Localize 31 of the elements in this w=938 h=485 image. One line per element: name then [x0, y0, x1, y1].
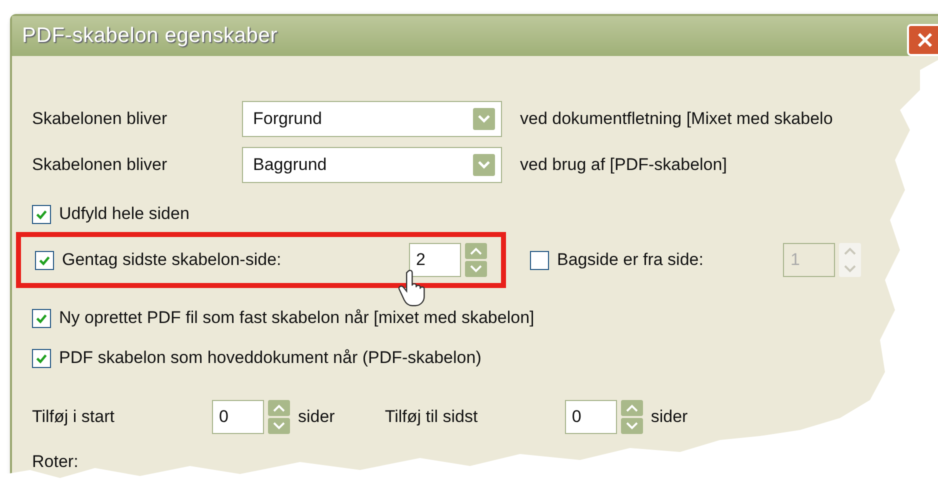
unit-label: sider — [650, 407, 688, 427]
checkmark-icon — [35, 208, 48, 220]
window-title: PDF-skabelon egenskaber — [22, 24, 278, 48]
dropdown[interactable]: Baggrund — [242, 147, 502, 183]
field-label: Tilføj til sidst — [384, 407, 479, 427]
spinner-icon[interactable] — [839, 243, 862, 277]
spinner-icon[interactable] — [620, 400, 643, 434]
field-label: Roter: — [32, 452, 78, 471]
chevron-down-icon — [473, 108, 495, 130]
checkmark-icon — [35, 312, 48, 324]
number-field[interactable]: 0 — [564, 400, 617, 434]
close-icon — [915, 30, 935, 50]
field-description: ved dokumentfletning [Mixet med skabelo — [520, 109, 833, 129]
spinner-icon[interactable] — [465, 243, 487, 277]
field-label: Tilføj i start — [32, 407, 116, 427]
checkbox-option[interactable]: PDF skabelon som hoveddokument når (PDF-skabelon) — [32, 348, 482, 368]
checkbox-option[interactable]: Ny oprettet PDF fil som fast skabelon når [mixet med skabelon] — [32, 308, 534, 328]
checkmark-icon — [38, 254, 51, 266]
checkbox-option[interactable]: Udfyld hele siden — [32, 204, 190, 224]
chevron-down-icon — [473, 154, 495, 176]
field-description: ved brug af [PDF-skabelon] — [520, 155, 727, 175]
checkmark-icon — [35, 352, 48, 364]
dropdown[interactable]: Forgrund — [242, 101, 502, 137]
checkbox-option[interactable]: Gentag sidste skabelon-side: — [35, 250, 282, 270]
close-button[interactable] — [907, 24, 938, 56]
number-field[interactable]: 0 — [212, 400, 264, 434]
field-label: Skabelonen bliver — [32, 155, 168, 175]
field-label: Skabelonen bliver — [32, 109, 168, 129]
unit-label: sider — [298, 407, 335, 427]
number-field[interactable]: 2 — [409, 243, 461, 277]
spinner-icon[interactable] — [268, 400, 290, 434]
